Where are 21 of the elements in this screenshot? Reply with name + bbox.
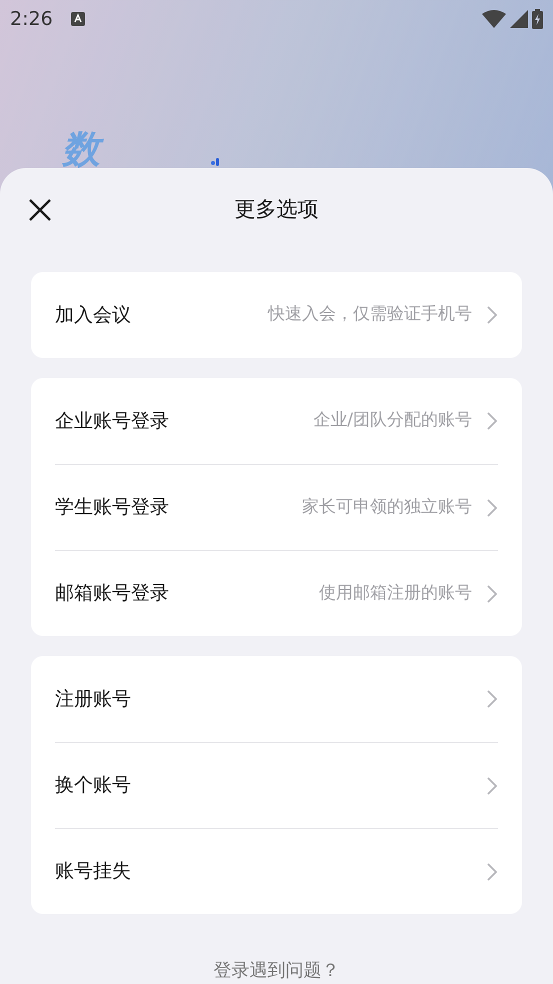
clock: 2:26 — [10, 6, 53, 32]
option-row[interactable]: 邮箱账号登录 使用邮箱注册的账号 — [55, 550, 498, 636]
option-label: 邮箱账号登录 — [55, 581, 169, 606]
option-row[interactable]: 账号挂失 — [55, 828, 498, 914]
option-label: 企业账号登录 — [55, 408, 169, 434]
option-label: 注册账号 — [55, 686, 131, 712]
option-label: 账号挂失 — [55, 859, 131, 884]
option-row[interactable]: 企业账号登录 企业/团队分配的账号 — [55, 378, 498, 464]
option-row[interactable]: 注册账号 — [55, 656, 498, 742]
option-hint: 企业/团队分配的账号 — [313, 409, 472, 432]
option-row[interactable]: 加入会议 快速入会，仅需验证手机号 — [55, 272, 498, 358]
option-label: 换个账号 — [55, 773, 131, 798]
option-hint: 家长可申领的独立账号 — [302, 496, 472, 519]
sheet-title: 更多选项 — [234, 196, 318, 224]
help-link[interactable]: 登录遇到问题？ — [214, 960, 340, 981]
option-hint: 快速入会，仅需验证手机号 — [268, 303, 472, 326]
option-label: 学生账号登录 — [55, 495, 169, 520]
option-label: 加入会议 — [55, 302, 131, 328]
option-row[interactable]: 学生账号登录 家长可申领的独立账号 — [55, 464, 498, 550]
option-hint: 使用邮箱注册的账号 — [319, 582, 472, 605]
option-row[interactable]: 换个账号 — [55, 742, 498, 828]
